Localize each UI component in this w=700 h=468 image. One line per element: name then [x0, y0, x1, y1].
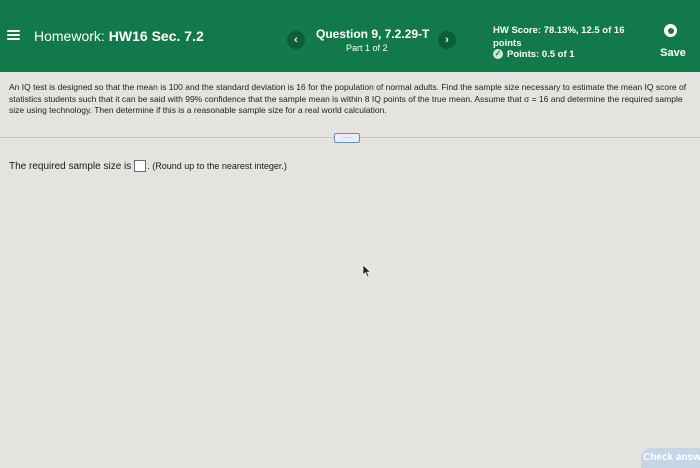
answer-row: The required sample size is . (Round up … [9, 160, 287, 172]
save-button[interactable]: Save [651, 44, 695, 62]
answer-instruction: . (Round up to the nearest integer.) [147, 161, 287, 171]
homework-name: HW16 Sec. 7.2 [108, 28, 204, 44]
partial-credit-icon: ✓ [493, 49, 503, 60]
homework-label: Homework: [34, 28, 105, 44]
answer-prompt: The required sample size is [9, 160, 132, 172]
question-text: An IQ test is designed so that the mean … [9, 82, 687, 115]
hw-score: HW Score: 78.13%, 12.5 of 16 points [493, 25, 625, 49]
mouse-pointer-icon [362, 264, 372, 278]
expand-more-button[interactable]: ····· [334, 133, 360, 143]
points-text: Points: 0.5 of 1 [507, 49, 575, 60]
next-question-button[interactable]: › [438, 31, 456, 49]
homework-title: Homework: HW16 Sec. 7.2 [34, 28, 204, 44]
check-answer-button[interactable]: Check answ [641, 448, 700, 468]
points-status: ✓ Points: 0.5 of 1 [493, 49, 575, 60]
hamburger-menu-icon[interactable] [7, 30, 20, 40]
sample-size-input[interactable] [134, 160, 147, 172]
previous-question-button[interactable]: ‹ [287, 31, 305, 49]
top-bar: Homework: HW16 Sec. 7.2 ‹ Question 9, 7.2… [0, 0, 700, 72]
question-title: Question 9, 7.2.29-T [316, 27, 430, 41]
question-part: Part 1 of 2 [346, 43, 388, 53]
settings-gear-icon[interactable] [664, 24, 677, 37]
